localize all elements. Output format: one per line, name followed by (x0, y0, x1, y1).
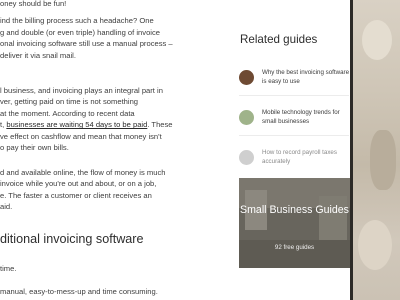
text-line: e. The faster a customer or client recei… (0, 190, 152, 200)
related-guide-item[interactable]: How to record payroll taxes accurately (239, 148, 349, 172)
guide-label: Mobile technology trends for small busin… (262, 109, 340, 125)
text-line: oney should be fun! (0, 0, 67, 8)
waiting-days-link[interactable]: businesses are waiting 54 days to be pai… (6, 120, 147, 129)
section-heading: ditional invoicing software (0, 232, 144, 246)
text-line: time. (0, 264, 17, 273)
article-paragraph: oney should be fun! ind the billing proc… (0, 0, 236, 61)
small-business-guides-card[interactable]: Small Business Guides 92 free guides (239, 178, 350, 268)
text-line: g and double (or even triple) handling o… (0, 27, 160, 37)
text-line: onal invoicing software still use a manu… (0, 39, 173, 49)
text-line: ve effect on cashflow and mean that mone… (0, 131, 162, 141)
text-line: d and available online, the flow of mone… (0, 168, 166, 177)
article-content: oney should be fun! ind the billing proc… (0, 0, 236, 300)
divider (239, 95, 349, 96)
text-line: deliver it via snail mail. (0, 50, 76, 60)
text-line: at the moment. According to recent data (0, 108, 135, 118)
related-guide-item[interactable]: Why the best invoicing software is easy … (239, 68, 349, 92)
text-line: aid. (0, 202, 13, 212)
text-line: ind the billing process such a headache?… (0, 16, 154, 26)
related-guides-sidebar: Related guides Why the best invoicing so… (236, 0, 350, 300)
text-fragment: . These (147, 120, 173, 130)
blurred-background-panel (350, 0, 400, 300)
promo-title: Small Business Guides (240, 204, 349, 216)
text-line: ver, getting paid on time is not somethi… (0, 97, 139, 107)
text-line: l business, and invoicing plays an integ… (0, 86, 163, 95)
payroll-photo-thumb-icon (239, 150, 254, 165)
text-line: manual, easy-to-mess-up and time consumi… (0, 287, 158, 296)
guide-label: Why the best invoicing software is easy … (262, 69, 350, 85)
text-line: t, businesses are waiting 54 days to be … (0, 119, 236, 130)
text-line: invoice while you're out and about, or o… (0, 179, 157, 189)
article-paragraph: d and available online, the flow of mone… (0, 167, 236, 213)
invoice-photo-thumb-icon (239, 70, 254, 85)
related-guides-title: Related guides (240, 33, 318, 46)
text-line: o pay their own bills. (0, 143, 69, 153)
divider (239, 135, 349, 136)
guide-label: How to record payroll taxes accurately (262, 149, 337, 165)
promo-count: 92 free guides (274, 244, 315, 251)
mobile-photo-thumb-icon (239, 110, 254, 125)
article-paragraph: l business, and invoicing plays an integ… (0, 85, 236, 153)
related-guide-item[interactable]: Mobile technology trends for small busin… (239, 108, 349, 132)
